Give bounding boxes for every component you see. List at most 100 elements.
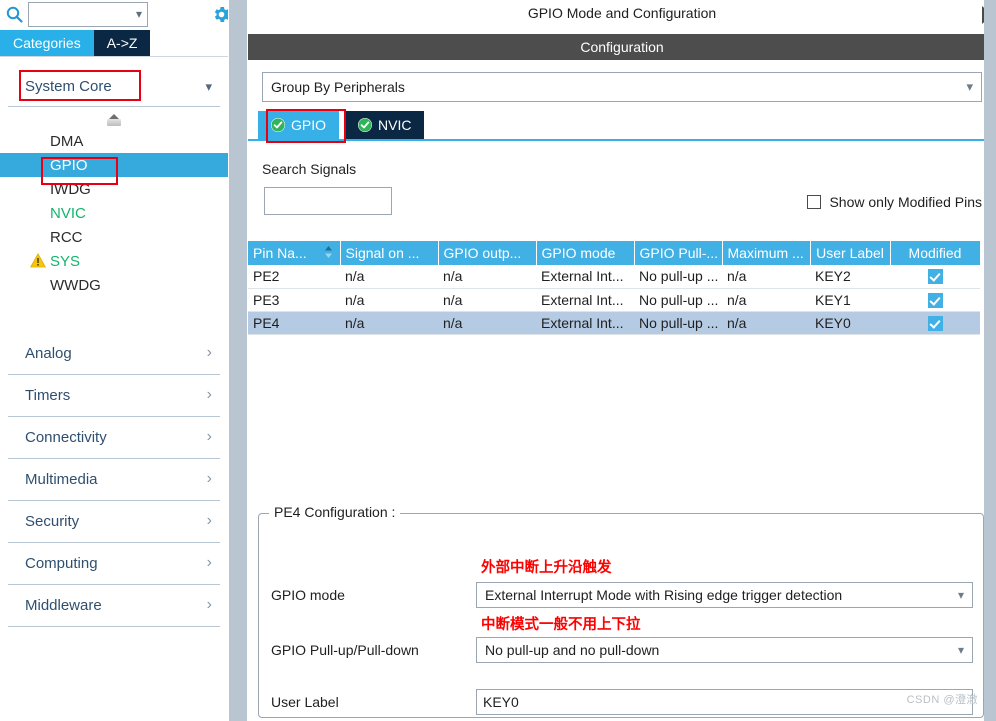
chevron-right-icon: › (206, 596, 212, 613)
sidebar-item-dma[interactable]: DMA (0, 129, 228, 153)
gpio-mode-dropdown[interactable]: External Interrupt Mode with Rising edge… (476, 582, 973, 608)
column-header-modified[interactable]: Modified (890, 241, 981, 265)
chevron-right-icon: › (206, 554, 212, 571)
table-header-row: Pin Na... Signal on ... GPIO outp... GPI… (248, 241, 981, 265)
group-by-value: Group By Peripherals (271, 79, 405, 95)
cell-modified[interactable] (890, 265, 980, 289)
sidebar-item-label: IWDG (50, 180, 91, 198)
category-label: Multimedia (25, 471, 98, 488)
table-row[interactable]: PE4 n/a n/a External Int... No pull-up .… (248, 311, 980, 335)
show-only-modified-label: Show only Modified Pins (829, 194, 982, 210)
chevron-down-icon: ▾ (135, 7, 142, 21)
category-label: Timers (25, 387, 71, 404)
pin-configuration-group: PE4 Configuration : 外部中断上升沿触发 GPIO mode … (258, 504, 984, 718)
sidebar-item-wwdg[interactable]: WWDG (0, 273, 228, 297)
column-header-pin-name[interactable]: Pin Na... (248, 241, 341, 265)
sidebar-group-system-core[interactable]: System Core ▾ (8, 67, 220, 107)
column-header-gpio-mode[interactable]: GPIO mode (536, 241, 635, 265)
annotation-gpio-mode: 外部中断上升沿触发 (481, 560, 612, 576)
check-circle-icon (271, 118, 285, 132)
column-header-gpio-output[interactable]: GPIO outp... (438, 241, 537, 265)
tab-label: NVIC (378, 117, 412, 133)
field-gpio-mode: GPIO mode External Interrupt Mode with R… (271, 582, 973, 608)
search-signals-label: Search Signals (262, 161, 357, 177)
annotation-gpio-pull: 中断模式一般不用上下拉 (481, 617, 641, 633)
cell-gpio-mode: External Int... (536, 288, 634, 312)
sidebar-item-iwdg[interactable]: IWDG (0, 177, 228, 201)
tab-label: GPIO (291, 117, 327, 133)
sidebar-body: System Core ▾ DMA GPIO IWDG NVIC RCC SYS… (0, 56, 228, 721)
show-only-modified-checkbox[interactable] (807, 195, 822, 209)
sidebar-category-middleware[interactable]: Middleware › (8, 585, 220, 627)
chevron-right-icon: › (206, 512, 212, 529)
tab-a-to-z[interactable]: A->Z (93, 30, 151, 56)
cell-pin-name: PE4 (248, 311, 340, 335)
sidebar-item-nvic[interactable]: NVIC (0, 201, 228, 225)
sidebar-category-timers[interactable]: Timers › (8, 375, 220, 417)
tab-gpio[interactable]: GPIO (258, 111, 340, 139)
chevron-down-icon: ▾ (205, 79, 212, 94)
gpio-pull-value: No pull-up and no pull-down (485, 642, 660, 658)
cell-pin-name: PE3 (248, 288, 340, 312)
modified-checkbox[interactable] (927, 269, 943, 285)
user-label-input[interactable] (476, 689, 973, 715)
sidebar-item-sys[interactable]: SYS (0, 249, 228, 273)
gpio-pull-label: GPIO Pull-up/Pull-down (271, 642, 419, 658)
search-icon[interactable] (0, 1, 28, 27)
table-row[interactable]: PE3 n/a n/a External Int... No pull-up .… (248, 288, 980, 312)
cell-signal-on: n/a (340, 311, 438, 335)
group-by-dropdown[interactable]: Group By Peripherals ▾ (262, 72, 982, 102)
category-label: Security (25, 513, 80, 530)
column-header-user-label[interactable]: User Label (810, 241, 891, 265)
modified-checkbox[interactable] (927, 292, 943, 308)
sidebar-category-computing[interactable]: Computing › (8, 543, 220, 585)
field-gpio-pull: GPIO Pull-up/Pull-down No pull-up and no… (271, 637, 973, 663)
sidebar-category-analog[interactable]: Analog › (8, 333, 220, 375)
stm32cubemx-window: ▾ Categories A->Z System Core ▾ DMA GPIO… (0, 0, 996, 721)
cell-user-label: KEY0 (810, 311, 890, 335)
search-signals-area: Search Signals Show only Modified Pins (248, 161, 996, 233)
gpio-mode-value: External Interrupt Mode with Rising edge… (485, 587, 843, 603)
sidebar-item-label: SYS (50, 252, 81, 270)
search-signals-input[interactable] (264, 187, 392, 215)
tab-nvic[interactable]: NVIC (345, 111, 425, 139)
pin-configuration-title: PE4 Configuration : (269, 504, 401, 520)
column-header-maximum[interactable]: Maximum ... (722, 241, 811, 265)
chevron-down-icon: ▾ (957, 643, 964, 657)
table-row[interactable]: PE2 n/a n/a External Int... No pull-up .… (248, 265, 980, 289)
search-combo[interactable]: ▾ (28, 1, 148, 27)
configuration-bar: Configuration (248, 34, 996, 60)
panel-splitter[interactable] (228, 0, 248, 721)
tab-categories[interactable]: Categories (0, 30, 94, 56)
configuration-panel: GPIO Mode and Configuration Configuratio… (248, 0, 996, 721)
sidebar-category-connectivity[interactable]: Connectivity › (8, 417, 220, 459)
system-core-label: System Core (25, 78, 112, 95)
column-header-signal-on[interactable]: Signal on ... (340, 241, 439, 265)
check-circle-icon (358, 118, 373, 132)
chevron-down-icon: ▾ (966, 79, 973, 94)
warning-icon (30, 252, 46, 268)
cell-modified[interactable] (890, 288, 980, 312)
cell-maximum: n/a (722, 311, 810, 335)
sort-indicator-icon (324, 245, 333, 260)
gpio-mode-label: GPIO mode (271, 587, 345, 603)
right-scrollbar[interactable] (984, 0, 996, 721)
sidebar-item-gpio[interactable]: GPIO (0, 153, 228, 177)
cell-pin-name: PE2 (248, 265, 340, 289)
column-header-gpio-pull[interactable]: GPIO Pull-... (634, 241, 723, 265)
cell-user-label: KEY2 (810, 265, 890, 289)
cell-gpio-output: n/a (438, 311, 536, 335)
sidebar-item-rcc[interactable]: RCC (0, 225, 228, 249)
sidebar-category-multimedia[interactable]: Multimedia › (8, 459, 220, 501)
gpio-pull-dropdown[interactable]: No pull-up and no pull-down ▾ (476, 637, 973, 663)
cell-modified[interactable] (890, 311, 980, 335)
user-label-label: User Label (271, 694, 339, 710)
category-label: Computing (25, 555, 98, 572)
show-only-modified-pins-row[interactable]: Show only Modified Pins (807, 194, 982, 210)
chevron-right-icon: › (206, 428, 212, 445)
sidebar-item-label: NVIC (50, 204, 86, 222)
modified-checkbox[interactable] (927, 315, 943, 331)
page-title: GPIO Mode and Configuration (248, 0, 996, 26)
sidebar-category-security[interactable]: Security › (8, 501, 220, 543)
scroll-up-indicator[interactable] (106, 113, 122, 127)
